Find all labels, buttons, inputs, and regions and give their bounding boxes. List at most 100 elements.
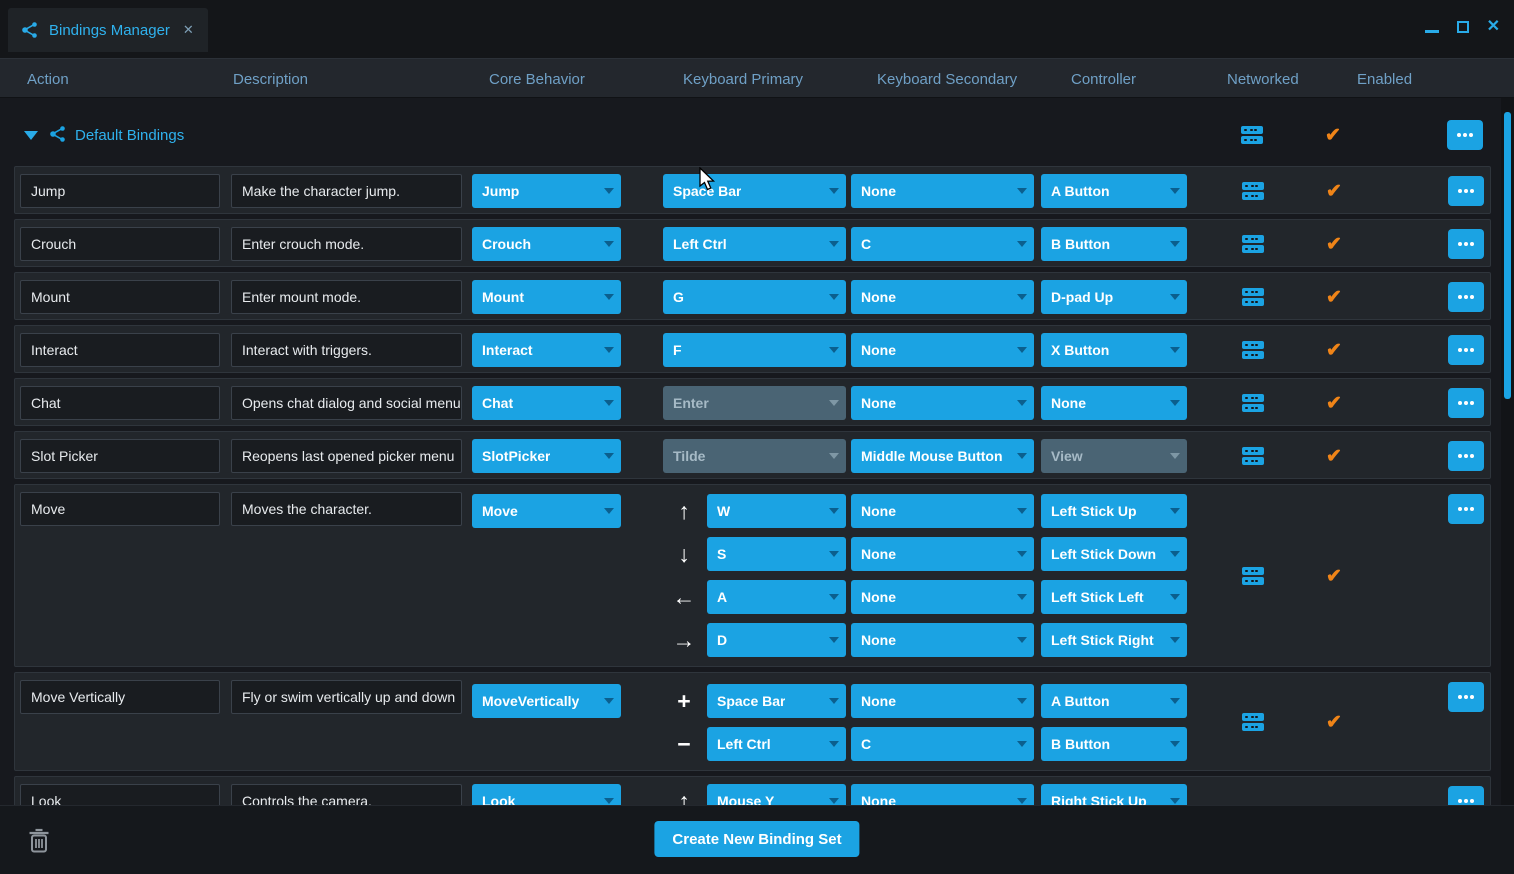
keyboard-secondary-dropdown[interactable]: C: [851, 227, 1034, 261]
more-options-button[interactable]: [1448, 335, 1484, 365]
more-options-button[interactable]: [1448, 229, 1484, 259]
tab-close-icon[interactable]: ✕: [183, 22, 194, 38]
controller-dropdown[interactable]: Left Stick Down: [1041, 537, 1187, 571]
maximize-button[interactable]: [1457, 21, 1469, 33]
core-behavior-dropdown[interactable]: Jump: [472, 174, 621, 208]
enabled-checkbox[interactable]: ✔: [1320, 118, 1346, 152]
controller-dropdown[interactable]: Left Stick Right: [1041, 623, 1187, 657]
more-options-button[interactable]: [1448, 786, 1484, 805]
column-header-controller: Controller: [1071, 59, 1136, 99]
keyboard-primary-dropdown[interactable]: W: [707, 494, 846, 528]
controller-dropdown[interactable]: Right Stick Up: [1041, 784, 1187, 805]
close-button[interactable]: ✕: [1487, 20, 1500, 34]
controller-dropdown[interactable]: A Button: [1041, 174, 1187, 208]
more-options-button[interactable]: [1448, 682, 1484, 712]
description-field[interactable]: Enter crouch mode.: [231, 227, 462, 261]
core-behavior-dropdown[interactable]: SlotPicker: [472, 439, 621, 473]
keyboard-secondary-dropdown[interactable]: None: [851, 280, 1034, 314]
keyboard-primary-dropdown[interactable]: A: [707, 580, 846, 614]
keyboard-primary-dropdown[interactable]: Mouse Y: [707, 784, 846, 805]
keyboard-secondary-dropdown[interactable]: Middle Mouse Button: [851, 439, 1034, 473]
keyboard-primary-dropdown[interactable]: Space Bar: [663, 174, 846, 208]
keyboard-primary-dropdown[interactable]: Left Ctrl: [663, 227, 846, 261]
table-header: Action Description Core Behavior Keyboar…: [0, 58, 1514, 98]
dropdown-value: None: [1051, 395, 1086, 411]
enabled-checkbox[interactable]: ✔: [1321, 227, 1347, 261]
keyboard-secondary-dropdown[interactable]: None: [851, 174, 1034, 208]
keyboard-secondary-dropdown[interactable]: None: [851, 784, 1034, 805]
core-behavior-dropdown[interactable]: Crouch: [472, 227, 621, 261]
scrollbar-thumb[interactable]: [1504, 112, 1511, 399]
keyboard-secondary-dropdown[interactable]: None: [851, 537, 1034, 571]
core-behavior-dropdown[interactable]: Chat: [472, 386, 621, 420]
keyboard-primary-dropdown[interactable]: S: [707, 537, 846, 571]
dropdown-value: F: [673, 342, 682, 358]
minimize-button[interactable]: [1425, 22, 1439, 33]
dropdown-value: B Button: [1051, 236, 1110, 252]
more-options-button[interactable]: [1448, 282, 1484, 312]
networked-icon[interactable]: [1242, 565, 1264, 587]
networked-icon[interactable]: [1241, 124, 1263, 146]
controller-dropdown[interactable]: Left Stick Up: [1041, 494, 1187, 528]
enabled-checkbox[interactable]: ✔: [1321, 559, 1347, 593]
more-options-button[interactable]: [1448, 388, 1484, 418]
tab-bindings-manager[interactable]: Bindings Manager ✕: [8, 8, 208, 52]
collapse-expander-icon[interactable]: [24, 131, 38, 140]
chevron-down-icon: [829, 698, 839, 704]
keyboard-secondary-dropdown[interactable]: None: [851, 386, 1034, 420]
enabled-checkbox[interactable]: ✔: [1321, 705, 1347, 739]
controller-dropdown[interactable]: X Button: [1041, 333, 1187, 367]
action-name-field[interactable]: Chat: [20, 386, 220, 420]
keyboard-primary-dropdown[interactable]: Space Bar: [707, 684, 846, 718]
keyboard-secondary-dropdown[interactable]: None: [851, 684, 1034, 718]
create-new-binding-set-button[interactable]: Create New Binding Set: [654, 821, 859, 857]
chevron-down-icon: [604, 241, 614, 247]
action-name-field[interactable]: Interact: [20, 333, 220, 367]
enabled-checkbox[interactable]: ✔: [1321, 174, 1347, 208]
enabled-checkbox[interactable]: ✔: [1321, 386, 1347, 420]
more-options-button[interactable]: [1447, 120, 1483, 150]
enabled-checkbox[interactable]: ✔: [1321, 439, 1347, 473]
dropdown-value: None: [861, 183, 896, 199]
keyboard-primary-dropdown[interactable]: D: [707, 623, 846, 657]
more-options-button[interactable]: [1448, 441, 1484, 471]
networked-icon[interactable]: [1242, 286, 1264, 308]
description-field[interactable]: Interact with triggers.: [231, 333, 462, 367]
core-behavior-dropdown[interactable]: Mount: [472, 280, 621, 314]
networked-icon[interactable]: [1242, 180, 1264, 202]
keyboard-secondary-dropdown[interactable]: None: [851, 333, 1034, 367]
keyboard-secondary-dropdown[interactable]: C: [851, 727, 1034, 761]
controller-dropdown[interactable]: D-pad Up: [1041, 280, 1187, 314]
controller-dropdown[interactable]: B Button: [1041, 727, 1187, 761]
networked-icon[interactable]: [1242, 392, 1264, 414]
action-name-field[interactable]: Crouch: [20, 227, 220, 261]
description-field[interactable]: Opens chat dialog and social menu.: [231, 386, 462, 420]
keyboard-secondary-dropdown[interactable]: None: [851, 580, 1034, 614]
keyboard-secondary-dropdown[interactable]: None: [851, 494, 1034, 528]
controller-dropdown[interactable]: Left Stick Left: [1041, 580, 1187, 614]
networked-icon[interactable]: [1242, 339, 1264, 361]
enabled-checkbox[interactable]: ✔: [1321, 280, 1347, 314]
core-behavior-dropdown[interactable]: Interact: [472, 333, 621, 367]
description-field[interactable]: Reopens last opened picker menu: [231, 439, 462, 473]
keyboard-primary-dropdown[interactable]: Left Ctrl: [707, 727, 846, 761]
action-name-field[interactable]: Slot Picker: [20, 439, 220, 473]
networked-icon[interactable]: [1242, 445, 1264, 467]
delete-button[interactable]: [27, 828, 51, 854]
chevron-down-icon: [1170, 637, 1180, 643]
keyboard-primary-dropdown[interactable]: F: [663, 333, 846, 367]
networked-icon[interactable]: [1242, 711, 1264, 733]
controller-dropdown[interactable]: None: [1041, 386, 1187, 420]
action-name-field[interactable]: Jump: [20, 174, 220, 208]
keyboard-secondary-dropdown[interactable]: None: [851, 623, 1034, 657]
more-options-button[interactable]: [1448, 494, 1484, 524]
description-field[interactable]: Make the character jump.: [231, 174, 462, 208]
enabled-checkbox[interactable]: ✔: [1321, 333, 1347, 367]
controller-dropdown[interactable]: B Button: [1041, 227, 1187, 261]
controller-dropdown[interactable]: A Button: [1041, 684, 1187, 718]
networked-icon[interactable]: [1242, 233, 1264, 255]
more-options-button[interactable]: [1448, 176, 1484, 206]
keyboard-primary-dropdown[interactable]: G: [663, 280, 846, 314]
action-name-field[interactable]: Mount: [20, 280, 220, 314]
description-field[interactable]: Enter mount mode.: [231, 280, 462, 314]
